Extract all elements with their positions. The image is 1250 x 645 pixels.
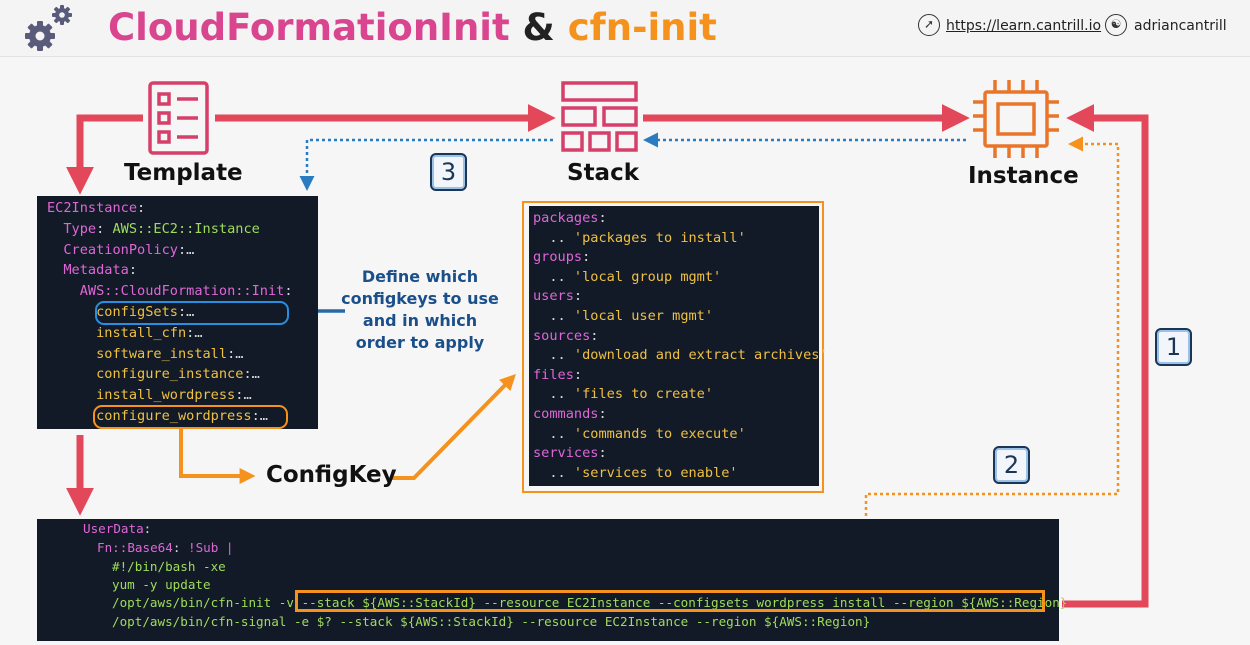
step-badge-3: 3 [430,153,467,191]
configkey-value-line: .. 'local user mgmt' [533,308,714,324]
step-badge-1: 1 [1155,328,1192,366]
template-code-line: install_wordpress:… [96,387,252,404]
configkey-value-line: .. 'local group mgmt' [533,268,722,285]
template-code-line: install_cfn:… [96,324,203,341]
template-code-line: Type: AWS::EC2::Instance [63,220,260,237]
configkey-key-line: services: [533,445,607,462]
stack-label: Stack [567,160,640,186]
userdata-line6: /opt/aws/bin/cfn-signal -e $? --stack ${… [112,614,871,629]
configkey-key-line: sources: [533,327,599,344]
template-label: Template [124,160,243,186]
template-code-line: software_install:… [96,345,244,362]
arrow-configkey-to-details [390,374,516,480]
userdata-line2: Fn::Base64: !Sub | [97,540,234,555]
configkey-value-line: .. 'download and extract archives' [533,347,828,364]
template-icon [148,81,209,155]
configkey-key-line: users: [533,288,583,305]
stack-icon [561,81,638,152]
configkey-key-line: files: [533,366,583,383]
template-code-block: EC2Instance: Type: AWS::EC2::Instance Cr… [37,196,318,429]
template-code-line: configure_instance:… [96,366,260,383]
configkey-code-block: packages: .. 'packages to install' groups… [529,206,828,486]
configkey-key-line: groups: [533,249,591,266]
userdata-line3: #!/bin/bash -xe [112,559,226,574]
configkey-value-line: .. 'services to enable' [533,464,738,481]
configsets-annotation: Define which configkeys to use and in wh… [341,267,499,352]
configkey-value-line: .. 'files to create' [533,386,714,403]
configkey-key-line: packages: [533,210,607,226]
configkey-key-line: commands: [533,406,607,422]
step-badge-2: 2 [993,446,1030,484]
template-code-line: Metadata: [63,262,138,279]
arrow-cfninit-to-instance [1062,104,1149,608]
configsets-highlight [95,301,289,325]
configure-wordpress-highlight [93,405,288,429]
configkey-value-line: .. 'packages to install' [533,229,746,246]
template-code-line: EC2Instance: [47,200,146,216]
arrow-configwp-to-configkey [179,428,256,484]
template-code-line: CreationPolicy:… [63,241,195,258]
userdata-code-block: UserData: Fn::Base64: !Sub | #!/bin/bash… [37,519,1067,641]
configkey-value-line: .. 'commands to execute' [533,425,746,442]
template-code-line: AWS::CloudFormation::Init: [79,283,293,300]
userdata-line1: UserData: [83,521,152,536]
ec2-chip-icon [973,80,1059,158]
configkey-label: ConfigKey [266,462,397,488]
instance-label: Instance [968,163,1079,189]
userdata-line4: yum -y update [112,577,211,592]
cfn-init-args-highlight [295,590,1045,612]
